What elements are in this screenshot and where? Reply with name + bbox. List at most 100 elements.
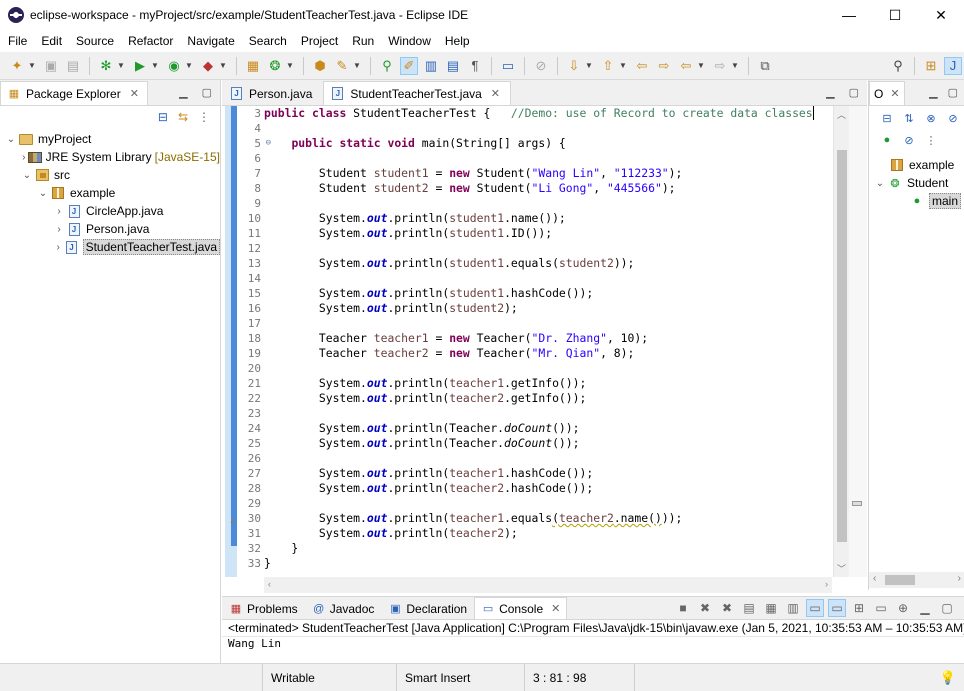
tab-outline[interactable]: O ✕	[869, 81, 905, 105]
open-type-icon[interactable]: ⬢	[311, 57, 329, 75]
chevron-right-icon[interactable]: ›	[52, 224, 66, 235]
pin-editor-icon[interactable]: ⧉	[756, 57, 774, 75]
sort-icon[interactable]: ⇅	[901, 110, 917, 126]
previous-annotation-dropdown-icon[interactable]: ▼	[619, 57, 627, 75]
menu-window[interactable]: Window	[380, 34, 437, 48]
maximize-view-icon[interactable]: ▢	[849, 86, 859, 99]
tree-item-file-selected[interactable]: › J StudentTeacherTest.java	[0, 238, 220, 256]
menu-navigate[interactable]: Navigate	[179, 34, 240, 48]
terminate-icon[interactable]: ■	[674, 599, 692, 617]
chevron-right-icon[interactable]: ›	[20, 152, 28, 163]
forward-nav-icon[interactable]: ⇨	[711, 57, 729, 75]
display-console-icon[interactable]: ▭	[872, 599, 890, 617]
search-console-icon[interactable]: ▭	[499, 57, 517, 75]
run-icon[interactable]: ▶	[131, 57, 149, 75]
menu-file[interactable]: File	[0, 34, 33, 48]
skip-breakpoints-icon[interactable]: ⊘	[532, 57, 550, 75]
new-java-project-icon[interactable]: ▦	[244, 57, 262, 75]
chevron-down-icon[interactable]: ⌄	[4, 134, 18, 145]
toggle-breadcrumb-icon[interactable]: ⚲	[378, 57, 396, 75]
toggle-word-wrap-icon[interactable]: ▤	[444, 57, 462, 75]
open-task-icon[interactable]: ✎	[333, 57, 351, 75]
toggle-mark-occurrences-icon[interactable]: ✐	[400, 56, 418, 75]
tree-item-file[interactable]: › J Person.java	[0, 220, 220, 238]
collapse-all-icon[interactable]: ⊟	[158, 110, 168, 124]
outline-item-class[interactable]: ⌄ ❂ Student	[869, 174, 964, 192]
new-icon[interactable]: ✦	[8, 57, 26, 75]
maximize-view-icon[interactable]: ▢	[938, 599, 956, 617]
tab-console[interactable]: ▭ Console ✕	[474, 597, 568, 619]
outline-hscroll[interactable]: ‹ ›	[869, 572, 964, 588]
forward-icon[interactable]: ⇨	[655, 57, 673, 75]
previous-annotation-icon[interactable]: ⇧	[599, 57, 617, 75]
external-tools-icon[interactable]: ◆	[199, 57, 217, 75]
scrollbar-thumb[interactable]	[837, 150, 847, 542]
tip-lightbulb-icon[interactable]: 💡	[940, 670, 956, 686]
menu-search[interactable]: Search	[241, 34, 293, 48]
minimize-view-icon[interactable]: ▁	[929, 86, 937, 99]
scroll-left-icon[interactable]: ‹	[268, 579, 271, 589]
remove-all-terminated-icon[interactable]: ✖	[718, 599, 736, 617]
minimize-view-icon[interactable]: ▁	[179, 86, 187, 99]
warning-marker[interactable]	[852, 501, 862, 506]
forward-nav-dropdown-icon[interactable]: ▼	[731, 57, 739, 75]
save-all-icon[interactable]: ▤	[64, 57, 82, 75]
pin-console-icon[interactable]: ⊞	[850, 599, 868, 617]
debug-icon[interactable]: ✻	[97, 57, 115, 75]
new-class-icon[interactable]: ❂	[266, 57, 284, 75]
tree-item-jre[interactable]: › JRE System Library [JavaSE-15]	[0, 148, 220, 166]
scrollbar-thumb[interactable]	[885, 575, 915, 585]
run-dropdown-icon[interactable]: ▼	[151, 57, 159, 75]
tab-person-java[interactable]: J Person.java	[222, 81, 323, 105]
word-wrap-icon[interactable]: ▥	[784, 599, 802, 617]
tab-javadoc[interactable]: @ Javadoc	[305, 597, 382, 619]
hide-local-types-icon[interactable]: ⊘	[901, 132, 917, 148]
close-icon[interactable]: ✕	[491, 87, 500, 100]
close-icon[interactable]: ✕	[130, 87, 139, 100]
outline-item-package[interactable]: example	[869, 156, 964, 174]
tree-item-package[interactable]: ⌄ example	[0, 184, 220, 202]
scroll-down-icon[interactable]: ﹀	[837, 562, 846, 575]
tab-declaration[interactable]: ▣ Declaration	[381, 597, 474, 619]
chevron-down-icon[interactable]: ⌄	[20, 170, 34, 181]
show-on-stdout-icon[interactable]: ▭	[806, 599, 824, 617]
menu-help[interactable]: Help	[437, 34, 476, 48]
show-whitespace-icon[interactable]: ¶	[466, 57, 484, 75]
coverage-dropdown-icon[interactable]: ▼	[185, 57, 193, 75]
close-icon[interactable]: ✕	[890, 87, 899, 100]
menu-edit[interactable]: Edit	[33, 34, 68, 48]
scroll-up-icon[interactable]: ︿	[837, 108, 846, 121]
new-class-dropdown-icon[interactable]: ▼	[286, 57, 294, 75]
open-perspective-icon[interactable]: ⊞	[922, 57, 940, 75]
maximize-button[interactable]: ☐	[872, 0, 918, 30]
back-dropdown-icon[interactable]: ▼	[697, 57, 705, 75]
chevron-down-icon[interactable]: ⌄	[873, 178, 887, 189]
tree-item-file[interactable]: › J CircleApp.java	[0, 202, 220, 220]
remove-launch-icon[interactable]: ✖	[696, 599, 714, 617]
minimize-view-icon[interactable]: ▁	[916, 599, 934, 617]
tree-item-src[interactable]: ⌄ src	[0, 166, 220, 184]
menu-project[interactable]: Project	[293, 34, 344, 48]
chevron-right-icon[interactable]: ›	[52, 242, 64, 253]
open-console-icon[interactable]: ⊕	[894, 599, 912, 617]
hide-fields-icon[interactable]: ⊗	[923, 110, 939, 126]
save-icon[interactable]: ▣	[42, 57, 60, 75]
toggle-block-selection-icon[interactable]: ▥	[422, 57, 440, 75]
outline-item-method[interactable]: ● main	[869, 192, 964, 210]
maximize-view-icon[interactable]: ▢	[948, 86, 958, 99]
scroll-right-icon[interactable]: ›	[958, 573, 961, 584]
view-menu-icon[interactable]: ⋮	[923, 132, 939, 148]
next-annotation-icon[interactable]: ⇩	[565, 57, 583, 75]
tab-studentteachertest-java[interactable]: J StudentTeacherTest.java ✕	[323, 81, 512, 105]
collapse-all-icon[interactable]: ⊟	[879, 110, 895, 126]
close-button[interactable]: ✕	[918, 0, 964, 30]
tab-package-explorer[interactable]: ▦ Package Explorer ✕	[0, 81, 148, 105]
hide-static-icon[interactable]: ⊘	[945, 110, 961, 126]
coverage-icon[interactable]: ◉	[165, 57, 183, 75]
minimize-view-icon[interactable]: ▁	[826, 86, 834, 99]
horizontal-scrollbar[interactable]: ‹ ›	[264, 577, 832, 593]
back-icon[interactable]: ⇦	[677, 57, 695, 75]
overview-ruler[interactable]	[849, 106, 867, 577]
search-icon[interactable]: ⚲	[889, 57, 907, 75]
scroll-left-icon[interactable]: ‹	[873, 573, 876, 584]
